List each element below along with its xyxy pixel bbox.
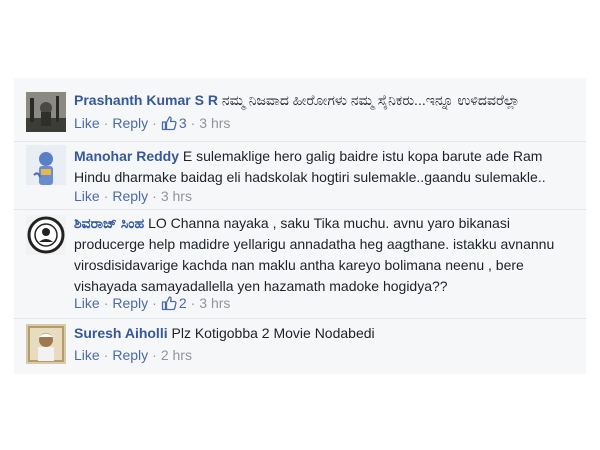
thumbs-up-icon — [161, 116, 177, 131]
comment-author[interactable]: Prashanth Kumar S R — [74, 92, 218, 108]
comment-time[interactable]: 3 hrs — [161, 188, 192, 204]
reply-link[interactable]: Reply — [112, 347, 148, 363]
avatar[interactable] — [26, 92, 66, 132]
reply-link[interactable]: Reply — [112, 115, 148, 131]
comment-time[interactable]: 3 hrs — [199, 115, 230, 131]
comment-time[interactable]: 2 hrs — [161, 347, 192, 363]
avatar[interactable] — [26, 324, 66, 364]
avatar[interactable] — [26, 215, 66, 255]
comment-author[interactable]: Manohar Reddy — [74, 148, 179, 164]
divider — [14, 141, 586, 142]
avatar[interactable] — [26, 145, 66, 185]
comment-text: LO Channa nayaka , saku Tika muchu. avnu… — [74, 215, 555, 294]
like-link[interactable]: Like — [74, 115, 100, 131]
top-margin — [0, 0, 600, 74]
comment-actions: Like · Reply · 2 · 3 hrs — [74, 295, 231, 311]
comment-item: Manohar Reddy E sulemaklige hero galig b… — [14, 143, 586, 207]
comment-actions: Like · Reply · 3 · 3 hrs — [74, 115, 231, 131]
comment-author[interactable]: ಶಿವರಾಜ್ ಸಿಂಹ — [74, 215, 144, 231]
thumbs-up-icon — [161, 296, 177, 311]
divider — [14, 209, 586, 210]
reply-link[interactable]: Reply — [112, 295, 148, 311]
reply-link[interactable]: Reply — [112, 188, 148, 204]
comment-author[interactable]: Suresh Aiholli — [74, 325, 168, 341]
divider — [14, 318, 586, 319]
like-link[interactable]: Like — [74, 295, 100, 311]
comment-time[interactable]: 3 hrs — [199, 295, 230, 311]
like-count-badge[interactable]: 3 — [161, 115, 187, 131]
like-count: 2 — [178, 295, 187, 311]
comment-item: Suresh Aiholli Plz Kotigobba 2 Movie Nod… — [14, 320, 586, 372]
comment-text: ನಮ್ಮ ನಿಜವಾದ ಹೀರೋಗಳು ನಮ್ಮ ಸೈನಿಕರು...ಇನ್ನೂ… — [221, 92, 520, 108]
bottom-margin — [0, 376, 600, 450]
like-link[interactable]: Like — [74, 188, 100, 204]
comment-text: Plz Kotigobba 2 Movie Nodabedi — [171, 325, 375, 341]
like-count: 3 — [178, 115, 187, 131]
comment-actions: Like · Reply · 2 hrs — [74, 347, 192, 363]
like-link[interactable]: Like — [74, 347, 100, 363]
like-count-badge[interactable]: 2 — [161, 295, 187, 311]
comment-item: Prashanth Kumar S R ನಮ್ಮ ನಿಜವಾದ ಹೀರೋಗಳು … — [14, 86, 586, 136]
comment-item: ಶಿವರಾಜ್ ಸಿಂಹ LO Channa nayaka , saku Tik… — [14, 211, 586, 316]
comment-actions: Like · Reply · 3 hrs — [74, 188, 192, 204]
